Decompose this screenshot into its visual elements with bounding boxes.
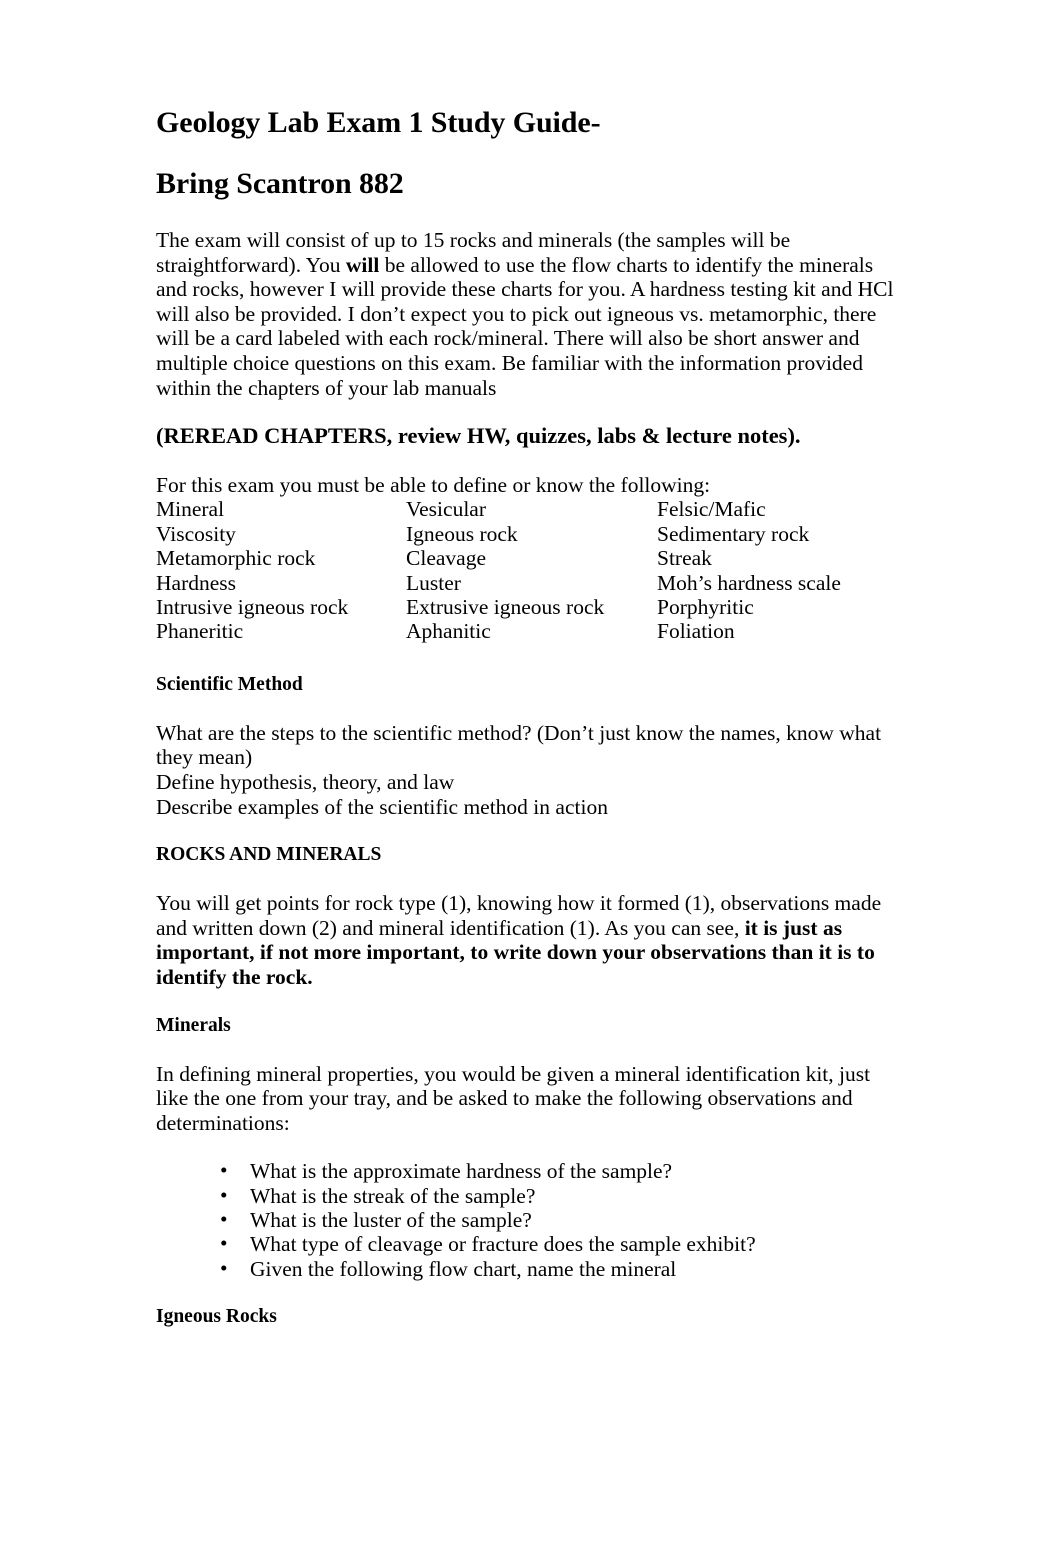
list-item-label: Given the following flow chart, name the… [250, 1256, 677, 1281]
term-item: Luster [406, 570, 461, 595]
term-item: Foliation [657, 619, 735, 644]
list-item-label: What type of cleavage or fracture does t… [250, 1232, 756, 1257]
bullet-icon: • [220, 1158, 228, 1183]
list-item: • Given the following flow chart, name th… [156, 1255, 904, 1281]
document-title-line-1: Geology Lab Exam 1 Study Guide- [156, 106, 601, 139]
list-item-label: What is the streak of the sample? [250, 1183, 536, 1208]
term-item: Moh’s hardness scale [657, 570, 841, 595]
terms-intro-text: For this exam you must be able to define… [156, 472, 711, 497]
term-item: Extrusive igneous rock [406, 594, 605, 619]
intro-paragraph: The exam will consist of up to 15 rocks … [156, 228, 904, 400]
term-item: Phaneritic [156, 619, 244, 644]
term-item: Vesicular [406, 497, 486, 522]
line-item: Define hypothesis, theory, and law [156, 769, 455, 794]
section-heading-scientific-method: Scientific Method [156, 673, 303, 695]
document-body: Geology Lab Exam 1 Study Guide- Bring Sc… [156, 108, 904, 1329]
term-item: Metamorphic rock [156, 546, 316, 571]
term-item: Mineral [156, 497, 225, 522]
term-item: Cleavage [406, 546, 486, 571]
document-page: Geology Lab Exam 1 Study Guide- Bring Sc… [0, 0, 1062, 1556]
term-item: Hardness [156, 570, 237, 595]
mineral-observation-bullet-list: • What is the approximate hardness of the… [156, 1158, 904, 1281]
term-item: Igneous rock [406, 521, 518, 546]
list-item: • What is the approximate hardness of the… [156, 1158, 904, 1184]
section-heading-igneous-rocks: Igneous Rocks [156, 1305, 277, 1327]
section-heading-rocks-and-minerals: ROCKS AND MINERALS [156, 844, 382, 866]
term-item: Streak [657, 546, 712, 571]
bullet-icon: • [220, 1206, 228, 1231]
list-item: • What is the streak of the sample? [156, 1182, 904, 1208]
term-item: Felsic/Mafic [657, 497, 766, 522]
term-item: Intrusive igneous rock [156, 594, 349, 619]
line-item: What are the steps to the scientific met… [156, 720, 882, 770]
rocks-and-minerals-paragraph: You will get points for rock type (1), k… [156, 891, 904, 989]
section-heading-minerals: Minerals [156, 1014, 231, 1036]
term-item: Sedimentary rock [657, 521, 810, 546]
document-title-line-2: Bring Scantron 882 [156, 167, 404, 200]
bullet-icon: • [220, 1182, 228, 1207]
term-item: Aphanitic [406, 619, 491, 644]
minerals-paragraph: In defining mineral properties, you woul… [156, 1061, 871, 1135]
intro-paragraph-emphasis: will [345, 252, 380, 277]
term-item: Porphyritic [657, 594, 754, 619]
list-item-label: What is the approximate hardness of the … [250, 1159, 673, 1184]
list-item-label: What is the luster of the sample? [250, 1207, 532, 1232]
bullet-icon: • [220, 1231, 228, 1256]
bullet-icon: • [220, 1255, 228, 1280]
list-item: • What type of cleavage or fracture does … [156, 1231, 904, 1257]
reread-chapters-callout: (REREAD CHAPTERS, review HW, quizzes, la… [156, 423, 801, 449]
scientific-method-line-list: What are the steps to the scientific met… [156, 721, 904, 819]
term-item: Viscosity [156, 521, 236, 546]
line-item: Describe examples of the scientific meth… [156, 794, 608, 819]
list-item: • What is the luster of the sample? [156, 1206, 904, 1232]
terms-grid: Mineral Vesicular Felsic/Mafic Viscosity… [156, 497, 904, 643]
